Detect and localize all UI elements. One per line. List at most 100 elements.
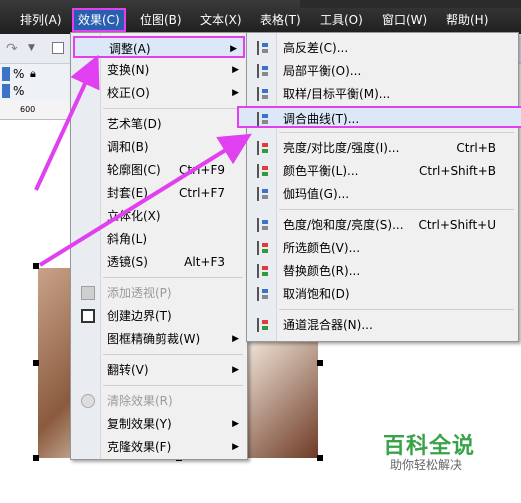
menu-item-label: 清除效果(R): [107, 394, 173, 408]
menu-item-blend[interactable]: 调和(B): [73, 136, 245, 158]
menu-item-color-balance[interactable]: 颜色平衡(L)... Ctrl+Shift+B: [249, 160, 516, 182]
menu-item-label: 所选颜色(V)...: [283, 241, 361, 255]
menu-item-label: 取消饱和(D): [283, 287, 350, 301]
menu-item-envelope[interactable]: 封套(E) Ctrl+F7: [73, 182, 245, 204]
menu-item-label: 局部平衡(O)...: [283, 64, 362, 78]
menu-item-label: 调合曲线(T)...: [283, 112, 360, 126]
menu-shortcut: Ctrl+Shift+B: [419, 164, 496, 178]
menu-divider: [103, 108, 243, 109]
submenu-arrow-icon: ▶: [230, 44, 237, 54]
adjust-slider-icon: [257, 141, 271, 155]
menu-item-rollover[interactable]: 翻转(V) ▶: [73, 359, 245, 381]
menu-table[interactable]: 表格(T): [260, 10, 301, 30]
adjust-submenu: 高反差(C)... 局部平衡(O)... 取样/目标平衡(M)... 调合曲线(…: [237, 32, 521, 342]
menu-item-label: 替换颜色(R)...: [283, 264, 361, 278]
scale-y-unit: %: [13, 84, 25, 98]
menu-item-replace-color[interactable]: 替换颜色(R)...: [249, 260, 516, 282]
menu-arrange[interactable]: 排列(A): [20, 10, 62, 30]
menu-item-correction[interactable]: 校正(O) ▶: [73, 82, 245, 104]
menu-item-label: 立体化(X): [107, 209, 161, 223]
menu-divider: [103, 277, 243, 278]
redo-icon[interactable]: ↷: [6, 41, 18, 57]
menu-item-extrude[interactable]: 立体化(X): [73, 205, 245, 227]
menu-item-hue-saturation[interactable]: 色度/饱和度/亮度(S)... Ctrl+Shift+U: [249, 214, 516, 236]
menu-item-tone-curve[interactable]: 调合曲线(T)...: [237, 106, 521, 128]
menu-bitmaps[interactable]: 位图(B): [140, 10, 182, 30]
selection-handle[interactable]: [317, 360, 323, 366]
menu-item-label: 通道混合器(N)...: [283, 318, 373, 332]
menu-item-create-boundary[interactable]: 创建边界(T): [73, 305, 245, 327]
menu-item-sample-target-balance[interactable]: 取样/目标平衡(M)...: [249, 83, 516, 105]
menu-item-channel-mixer[interactable]: 通道混合器(N)...: [249, 314, 516, 336]
menu-item-bevel[interactable]: 斜角(L): [73, 228, 245, 250]
menu-item-local-equalization[interactable]: 局部平衡(O)...: [249, 60, 516, 82]
menu-item-label: 图框精确剪裁(W): [107, 332, 201, 346]
menu-divider: [279, 132, 514, 133]
menu-item-label: 伽玛值(G)...: [283, 187, 350, 201]
menu-item-transform[interactable]: 变换(N) ▶: [73, 59, 245, 81]
menu-shortcut: Ctrl+F9: [179, 163, 225, 177]
menu-item-selective-color[interactable]: 所选颜色(V)...: [249, 237, 516, 259]
menu-item-label: 复制效果(Y): [107, 417, 172, 431]
menu-item-gamma[interactable]: 伽玛值(G)...: [249, 183, 516, 205]
menu-item-label: 封套(E): [107, 186, 148, 200]
menu-divider: [279, 209, 514, 210]
menu-item-powerclip[interactable]: 图框精确剪裁(W) ▶: [73, 328, 245, 350]
property-bar: % 🔒︎ %: [0, 64, 70, 100]
menu-effects[interactable]: 效果(C): [72, 8, 126, 32]
menu-item-high-contrast[interactable]: 高反差(C)...: [249, 37, 516, 59]
menu-item-label: 创建边界(T): [107, 309, 172, 323]
menu-divider: [103, 354, 243, 355]
menu-item-label: 轮廓图(C): [107, 163, 161, 177]
boundary-icon: [81, 309, 95, 323]
menu-shortcut: Ctrl+F7: [179, 186, 225, 200]
adjust-slider-icon: [257, 64, 271, 78]
menu-item-label: 取样/目标平衡(M)...: [283, 87, 391, 101]
menu-shortcut: Ctrl+Shift+U: [418, 218, 496, 232]
title-strip: [300, 0, 521, 8]
submenu-arrow-icon: ▶: [232, 334, 239, 344]
selection-handle[interactable]: [33, 263, 39, 269]
menu-item-contour[interactable]: 轮廓图(C) Ctrl+F9: [73, 159, 245, 181]
menu-item-label: 高反差(C)...: [283, 41, 349, 55]
menu-bar: 排列(A) 效果(C) 位图(B) 文本(X) 表格(T) 工具(O) 窗口(W…: [0, 0, 521, 34]
chevron-down-icon[interactable]: ▼: [28, 43, 35, 53]
menu-item-clone-effect[interactable]: 克隆效果(F) ▶: [73, 436, 245, 458]
scale-icon: [2, 84, 10, 98]
menu-item-clear-effect: 清除效果(R): [73, 390, 245, 412]
import-icon[interactable]: [52, 42, 64, 54]
menu-item-copy-effect[interactable]: 复制效果(Y) ▶: [73, 413, 245, 435]
adjust-slider-icon: [257, 87, 271, 101]
effects-menu: 调整(A) ▶ 变换(N) ▶ 校正(O) ▶ 艺术笔(D) 调和(B) 轮廓图…: [70, 32, 248, 460]
submenu-arrow-icon: ▶: [232, 365, 239, 375]
adjust-slider-icon: [257, 318, 271, 332]
adjust-slider-icon: [257, 287, 271, 301]
menu-item-brightness-contrast[interactable]: 亮度/对比度/强度(I)... Ctrl+B: [249, 137, 516, 159]
menu-item-add-perspective: 添加透视(P): [73, 282, 245, 304]
menu-item-adjust[interactable]: 调整(A) ▶: [73, 36, 245, 58]
menu-item-label: 调和(B): [107, 140, 149, 154]
submenu-arrow-icon: ▶: [232, 442, 239, 452]
menu-shortcut: Ctrl+B: [456, 141, 496, 155]
adjust-slider-icon: [257, 41, 271, 55]
selection-handle[interactable]: [317, 455, 323, 461]
menu-text[interactable]: 文本(X): [200, 10, 242, 30]
adjust-slider-icon: [257, 164, 271, 178]
menu-help[interactable]: 帮助(H): [446, 10, 488, 30]
menu-item-artistic-media[interactable]: 艺术笔(D): [73, 113, 245, 135]
menu-window[interactable]: 窗口(W): [382, 10, 427, 30]
horizontal-ruler: 600: [0, 100, 70, 120]
menu-tools[interactable]: 工具(O): [320, 10, 363, 30]
lock-ratio-icon[interactable]: 🔒︎: [30, 67, 36, 81]
menu-item-label: 色度/饱和度/亮度(S)...: [283, 218, 404, 232]
menu-item-label: 亮度/对比度/强度(I)...: [283, 141, 400, 155]
selection-handle[interactable]: [33, 360, 39, 366]
perspective-icon: [81, 286, 95, 300]
menu-divider: [279, 309, 514, 310]
menu-item-lens[interactable]: 透镜(S) Alt+F3: [73, 251, 245, 273]
selection-handle[interactable]: [33, 455, 39, 461]
menu-item-label: 校正(O): [107, 86, 150, 100]
watermark-subtitle: 助你轻松解决: [390, 458, 463, 472]
submenu-arrow-icon: ▶: [232, 419, 239, 429]
menu-item-desaturate[interactable]: 取消饱和(D): [249, 283, 516, 305]
